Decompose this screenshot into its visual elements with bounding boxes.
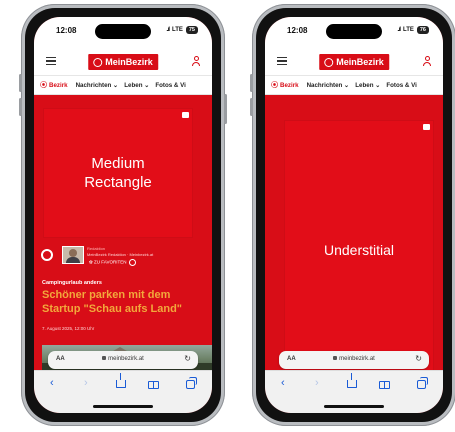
- user-account-icon[interactable]: [192, 56, 200, 68]
- safari-address-bar[interactable]: AA meinbezirk.at ↻: [48, 351, 198, 369]
- network-type: LTE: [171, 27, 183, 33]
- site-logo[interactable]: MeinBezirk: [88, 54, 158, 70]
- author-avatar[interactable]: [62, 246, 84, 264]
- tabs-icon[interactable]: [186, 377, 197, 392]
- nav-item-nachrichten[interactable]: Nachrichten ⌄: [307, 82, 350, 89]
- share-icon[interactable]: [116, 373, 126, 391]
- battery-icon: 76: [416, 26, 429, 34]
- phone-bezel: 12:08 ..ıl LTE 75 MeinBezirk ⦿ Bezirk Na…: [25, 8, 221, 422]
- home-indicator[interactable]: [93, 405, 153, 408]
- status-time: 12:08: [56, 26, 77, 35]
- author-role: MeinBezirk Redaktion · Meinbezirk.at: [87, 252, 154, 257]
- author-block: Redaktion MeinBezirk Redaktion · Meinbez…: [40, 246, 206, 272]
- safari-toolbar: ‹ ›: [265, 370, 443, 413]
- status-indicators: ..ıl LTE 75: [166, 26, 198, 34]
- ad-label-line1: Medium: [91, 155, 145, 172]
- info-icon[interactable]: [129, 259, 137, 266]
- lock-icon: [102, 356, 107, 361]
- forward-icon[interactable]: ›: [84, 377, 88, 389]
- volume-down-button: [250, 98, 253, 116]
- signal-icon: ..ıl: [166, 27, 170, 33]
- phone-left: 12:08 ..ıl LTE 75 MeinBezirk ⦿ Bezirk Na…: [19, 4, 227, 426]
- safari-toolbar: ‹ ›: [34, 370, 212, 413]
- site-logo[interactable]: MeinBezirk: [319, 54, 389, 70]
- status-bar: 12:08 ..ıl LTE 76: [265, 17, 443, 49]
- phone-screen: 12:08 ..ıl LTE 75 MeinBezirk ⦿ Bezirk Na…: [34, 17, 212, 413]
- battery-icon: 75: [185, 26, 198, 34]
- safari-address-bar[interactable]: AA meinbezirk.at ↻: [279, 351, 429, 369]
- nav-location-bezirk[interactable]: Bezirk: [49, 82, 68, 89]
- back-icon[interactable]: ‹: [281, 377, 285, 389]
- bookmarks-icon[interactable]: [148, 380, 159, 392]
- logo-text: MeinBezirk: [105, 57, 153, 67]
- location-pin-icon: ⦿: [271, 82, 278, 89]
- nav-item-leben[interactable]: Leben ⌄: [355, 82, 380, 89]
- site-header: MeinBezirk: [34, 49, 212, 76]
- network-type: LTE: [402, 27, 414, 33]
- logo-text: MeinBezirk: [336, 57, 384, 67]
- location-pin-icon: ⦿: [40, 82, 47, 89]
- understitial-label: Understitial: [323, 242, 395, 258]
- signal-icon: ..ıl: [397, 27, 401, 33]
- hamburger-menu-icon[interactable]: [46, 57, 56, 66]
- bookmarks-icon[interactable]: [379, 380, 390, 392]
- article-date: 7. August 2025, 12:00 Uhr: [42, 326, 95, 331]
- nav-item-fotos[interactable]: Fotos & Vi: [386, 82, 416, 89]
- logo-sun-icon: [93, 57, 103, 67]
- dynamic-island: [326, 24, 382, 39]
- phone-right: 12:08 ..ıl LTE 76 MeinBezirk ⦿ Bezirk Na…: [250, 4, 455, 426]
- nav-item-leben[interactable]: Leben ⌄: [124, 82, 149, 89]
- reload-icon[interactable]: ↻: [415, 354, 422, 363]
- nav-item-nachrichten[interactable]: Nachrichten ⌄: [76, 82, 119, 89]
- ad-close-icon[interactable]: [182, 112, 189, 118]
- url-text: meinbezirk.at: [339, 356, 375, 362]
- reload-icon[interactable]: ↻: [184, 354, 191, 363]
- site-header: MeinBezirk: [265, 49, 443, 76]
- url-display: meinbezirk.at: [48, 356, 198, 362]
- user-account-icon[interactable]: [423, 56, 431, 68]
- nav-location-bezirk[interactable]: Bezirk: [280, 82, 299, 89]
- category-nav: ⦿ Bezirk Nachrichten ⌄ Leben ⌄ Fotos & V…: [34, 76, 212, 95]
- article-category: Campingurlaub anders: [42, 280, 102, 286]
- nav-item-fotos[interactable]: Fotos & Vi: [155, 82, 185, 89]
- status-time: 12:08: [287, 26, 308, 35]
- author-name[interactable]: Redaktion: [87, 246, 105, 251]
- phone-bezel: 12:08 ..ıl LTE 76 MeinBezirk ⦿ Bezirk Na…: [256, 8, 452, 422]
- tabs-icon[interactable]: [417, 377, 428, 392]
- home-indicator[interactable]: [324, 405, 384, 408]
- forward-icon[interactable]: ›: [315, 377, 319, 389]
- volume-up-button: [19, 74, 22, 92]
- ad-label-line2: Rectangle: [84, 174, 152, 191]
- hamburger-menu-icon[interactable]: [277, 57, 287, 66]
- lock-icon: [333, 356, 338, 361]
- status-bar: 12:08 ..ıl LTE 75: [34, 17, 212, 49]
- logo-sun-icon: [324, 57, 334, 67]
- share-icon[interactable]: [347, 373, 357, 391]
- power-button: [224, 94, 227, 124]
- url-display: meinbezirk.at: [279, 356, 429, 362]
- url-text: meinbezirk.at: [108, 356, 144, 362]
- author-logo-icon: [40, 248, 58, 266]
- follow-label: ✿ ZU FAVORITEN: [89, 259, 127, 265]
- volume-up-button: [250, 74, 253, 92]
- category-nav: ⦿ Bezirk Nachrichten ⌄ Leben ⌄ Fotos & V…: [265, 76, 443, 95]
- status-indicators: ..ıl LTE 76: [397, 26, 429, 34]
- back-icon[interactable]: ‹: [50, 377, 54, 389]
- dynamic-island: [95, 24, 151, 39]
- medium-rectangle-ad[interactable]: Medium Rectangle: [44, 109, 192, 237]
- volume-down-button: [19, 98, 22, 116]
- phone-screen: 12:08 ..ıl LTE 76 MeinBezirk ⦿ Bezirk Na…: [265, 17, 443, 413]
- understitial-ad[interactable]: Understitial: [285, 121, 433, 379]
- follow-button[interactable]: ✿ ZU FAVORITEN: [89, 259, 137, 266]
- ad-close-icon[interactable]: [423, 124, 430, 130]
- article-headline[interactable]: Schöner parken mit dem Startup "Schau au…: [42, 289, 207, 316]
